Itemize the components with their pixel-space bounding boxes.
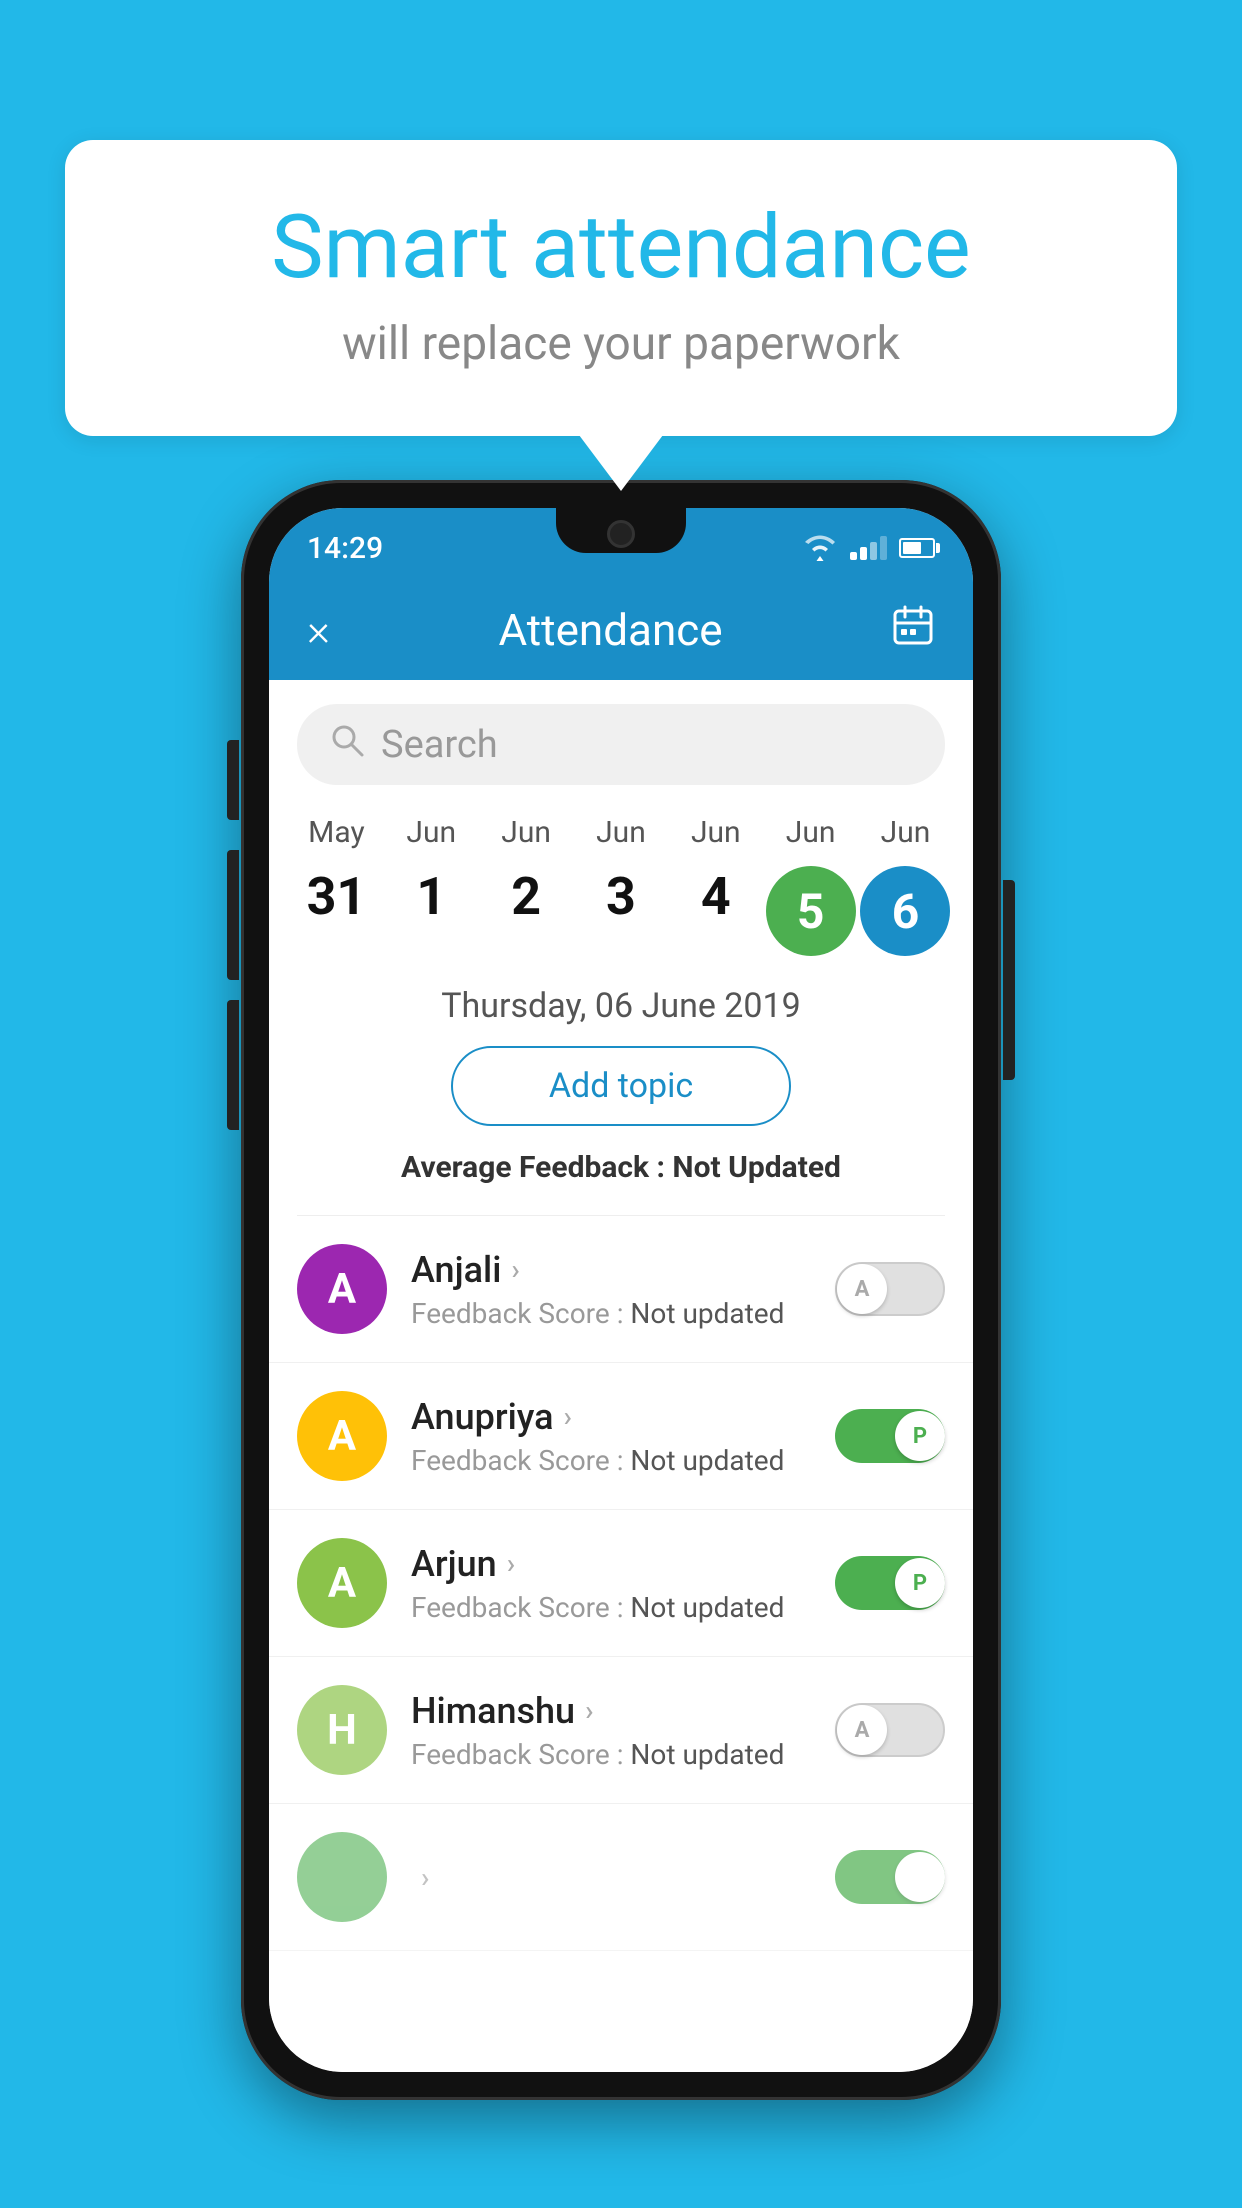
date-month: Jun xyxy=(501,815,551,850)
volume-up-button xyxy=(227,740,239,820)
attendance-toggle-anjali[interactable]: A xyxy=(835,1262,945,1316)
student-info: Himanshu › Feedback Score : Not updated xyxy=(411,1690,811,1771)
date-item-jun4[interactable]: Jun 4 xyxy=(671,815,761,927)
feedback-value: Not Updated xyxy=(672,1150,841,1185)
attendance-toggle-partial xyxy=(835,1850,945,1904)
chevron-right-icon: › xyxy=(507,1547,515,1580)
toggle-knob xyxy=(895,1852,945,1902)
toggle-knob: A xyxy=(837,1705,887,1755)
toggle-knob: P xyxy=(895,1558,945,1608)
chevron-right-icon: › xyxy=(511,1253,519,1286)
student-info: Anupriya › Feedback Score : Not updated xyxy=(411,1396,811,1477)
chevron-right-icon: › xyxy=(421,1861,429,1894)
student-avatar: A xyxy=(297,1538,387,1628)
student-info: Arjun › Feedback Score : Not updated xyxy=(411,1543,811,1624)
header-title: Attendance xyxy=(498,604,722,656)
close-button[interactable]: × xyxy=(307,604,330,656)
toggle-knob: P xyxy=(895,1411,945,1461)
student-item-anjali[interactable]: A Anjali › Feedback Score : Not updated … xyxy=(269,1216,973,1363)
student-avatar: A xyxy=(297,1244,387,1334)
date-month: Jun xyxy=(786,815,836,850)
date-item-may31[interactable]: May 31 xyxy=(291,815,381,927)
student-item-arjun[interactable]: A Arjun › Feedback Score : Not updated P xyxy=(269,1510,973,1657)
date-month: Jun xyxy=(406,815,456,850)
student-feedback: Feedback Score : Not updated xyxy=(411,1297,811,1330)
date-item-jun6[interactable]: Jun 6 xyxy=(860,815,950,956)
silent-button xyxy=(227,1000,239,1130)
chevron-right-icon: › xyxy=(564,1400,572,1433)
student-avatar: H xyxy=(297,1685,387,1775)
toggle-off[interactable]: A xyxy=(835,1262,945,1316)
date-item-jun1[interactable]: Jun 1 xyxy=(386,815,476,927)
volume-down-button xyxy=(227,850,239,980)
app-header: × Attendance xyxy=(269,580,973,680)
attendance-toggle-himanshu[interactable]: A xyxy=(835,1703,945,1757)
chevron-right-icon: › xyxy=(585,1694,593,1727)
calendar-button[interactable] xyxy=(891,603,935,657)
toggle-knob: A xyxy=(837,1264,887,1314)
date-day: 2 xyxy=(511,866,541,927)
front-camera xyxy=(607,520,635,548)
date-day: 31 xyxy=(307,866,367,927)
signal-icon xyxy=(850,536,887,560)
date-day-selected-blue: 6 xyxy=(860,866,950,956)
date-month: Jun xyxy=(596,815,646,850)
student-item-anupriya[interactable]: A Anupriya › Feedback Score : Not update… xyxy=(269,1363,973,1510)
student-item-partial: › xyxy=(269,1804,973,1951)
bubble-title: Smart attendance xyxy=(145,200,1097,297)
battery-icon xyxy=(899,538,935,558)
date-month: Jun xyxy=(881,815,931,850)
toggle-on[interactable]: P xyxy=(835,1556,945,1610)
bubble-subtitle: will replace your paperwork xyxy=(145,317,1097,371)
date-month: May xyxy=(308,815,364,850)
notch xyxy=(556,508,686,553)
power-button xyxy=(1003,880,1015,1080)
student-feedback: Feedback Score : Not updated xyxy=(411,1591,811,1624)
date-day-selected-green: 5 xyxy=(766,866,856,956)
student-feedback: Feedback Score : Not updated xyxy=(411,1444,811,1477)
toggle-off[interactable]: A xyxy=(835,1703,945,1757)
add-topic-button[interactable]: Add topic xyxy=(451,1046,791,1126)
date-item-jun5[interactable]: Jun 5 xyxy=(766,815,856,956)
date-item-jun2[interactable]: Jun 2 xyxy=(481,815,571,927)
app-content: Search May 31 Jun 1 Jun xyxy=(269,680,973,2072)
student-avatar xyxy=(297,1832,387,1922)
date-day: 4 xyxy=(701,866,731,927)
student-name: › xyxy=(411,1861,811,1894)
student-info: Anjali › Feedback Score : Not updated xyxy=(411,1249,811,1330)
student-name: Himanshu › xyxy=(411,1690,811,1732)
selected-date-text: Thursday, 06 June 2019 xyxy=(269,986,973,1026)
search-bar[interactable]: Search xyxy=(297,704,945,785)
speech-bubble: Smart attendance will replace your paper… xyxy=(65,140,1177,436)
student-avatar: A xyxy=(297,1391,387,1481)
toggle-on[interactable]: P xyxy=(835,1409,945,1463)
phone-device: 14:29 xyxy=(241,480,1001,2100)
student-info: › xyxy=(411,1861,811,1894)
feedback-label: Average Feedback : xyxy=(401,1150,672,1185)
date-strip: May 31 Jun 1 Jun 2 Jun xyxy=(269,805,973,976)
date-day: 3 xyxy=(606,866,636,927)
wifi-icon xyxy=(802,534,838,562)
toggle-on xyxy=(835,1850,945,1904)
student-name: Anupriya › xyxy=(411,1396,811,1438)
status-icons xyxy=(802,526,935,562)
date-item-jun3[interactable]: Jun 3 xyxy=(576,815,666,927)
attendance-toggle-arjun[interactable]: P xyxy=(835,1556,945,1610)
date-month: Jun xyxy=(691,815,741,850)
student-name: Arjun › xyxy=(411,1543,811,1585)
date-day: 1 xyxy=(416,866,446,927)
search-icon xyxy=(329,722,365,767)
search-placeholder: Search xyxy=(381,723,498,767)
student-item-himanshu[interactable]: H Himanshu › Feedback Score : Not update… xyxy=(269,1657,973,1804)
feedback-summary: Average Feedback : Not Updated xyxy=(269,1150,973,1185)
phone-body: 14:29 xyxy=(241,480,1001,2100)
student-feedback: Feedback Score : Not updated xyxy=(411,1738,811,1771)
status-time: 14:29 xyxy=(307,523,383,566)
student-name: Anjali › xyxy=(411,1249,811,1291)
phone-screen: 14:29 xyxy=(269,508,973,2072)
speech-bubble-container: Smart attendance will replace your paper… xyxy=(65,140,1177,436)
attendance-toggle-anupriya[interactable]: P xyxy=(835,1409,945,1463)
